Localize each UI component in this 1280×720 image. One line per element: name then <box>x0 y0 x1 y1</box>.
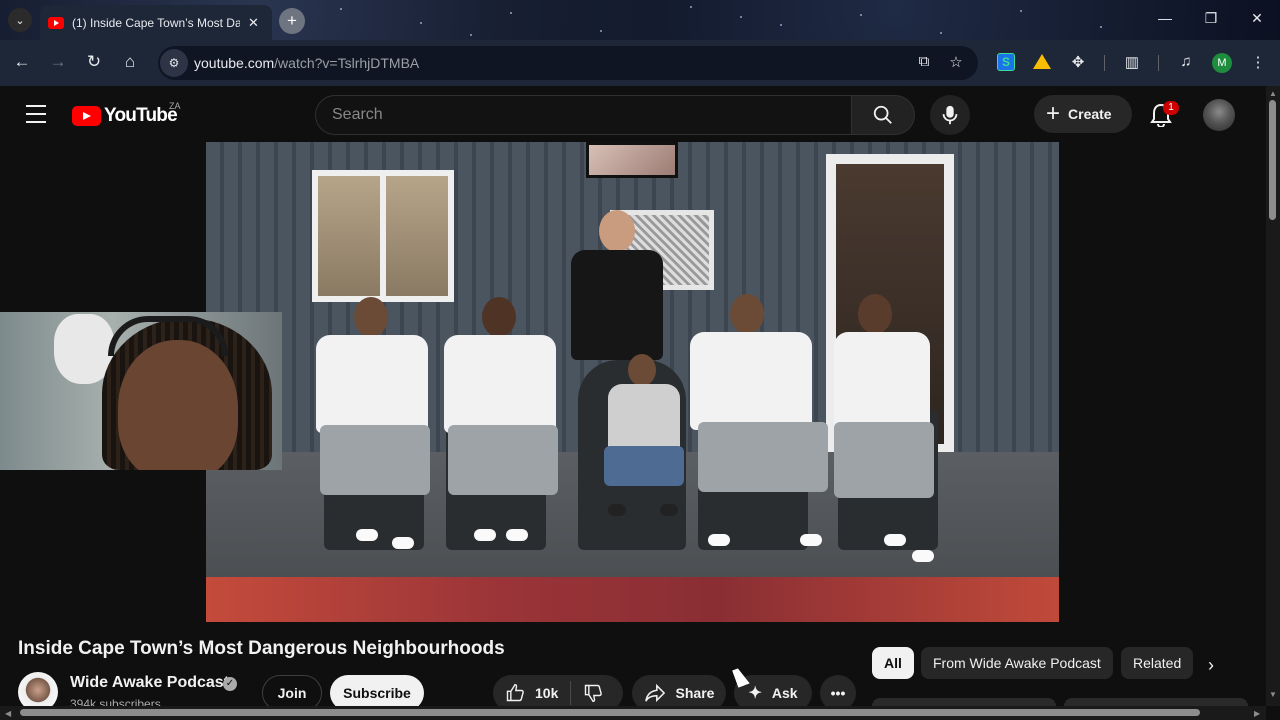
media-control-icon[interactable]: ♫ <box>1175 53 1197 70</box>
chevron-right-icon[interactable]: › <box>1208 655 1214 676</box>
tab-title: (1) Inside Cape Town’s Most Dangerous Ne… <box>72 15 240 30</box>
browser-menu-icon[interactable]: ⋮ <box>1247 53 1269 71</box>
chip-all[interactable]: All <box>872 647 914 679</box>
toolbar-separator <box>1158 55 1159 71</box>
restore-icon[interactable]: ❐ <box>1201 10 1221 27</box>
channel-name[interactable]: Wide Awake Podcast <box>70 674 229 692</box>
extensions-puzzle-icon[interactable]: ✥ <box>1067 53 1089 71</box>
create-button[interactable]: + Create <box>1034 95 1132 133</box>
create-label: Create <box>1068 106 1112 122</box>
side-panel-icon[interactable]: ▥ <box>1121 53 1143 71</box>
video-frame-window <box>312 170 454 302</box>
webcam-headphone <box>108 316 228 356</box>
chip-related[interactable]: Related <box>1121 647 1194 679</box>
new-tab-button[interactable]: + <box>279 8 305 34</box>
notification-badge: 1 <box>1163 101 1179 115</box>
more-dots-icon: ••• <box>830 685 846 701</box>
browser-tab-strip: ⌄ (1) Inside Cape Town’s Most Dangerous … <box>0 0 1280 40</box>
profile-avatar[interactable]: M <box>1212 53 1232 73</box>
webcam-face <box>118 340 238 470</box>
address-bar[interactable]: ⚙ youtube.com /watch?v=TslrhjDTMBA <box>158 46 978 80</box>
forward-icon[interactable]: → <box>47 52 69 72</box>
browser-tab-active[interactable]: (1) Inside Cape Town’s Most Dangerous Ne… <box>40 5 272 40</box>
sparkle-icon: ✦ <box>748 685 762 702</box>
search-button[interactable] <box>851 95 915 135</box>
scroll-up-arrow-icon[interactable]: ▲ <box>1269 89 1277 98</box>
ask-label: Ask <box>771 685 798 701</box>
window-close-icon[interactable]: ✕ <box>1247 10 1267 27</box>
horizontal-scrollbar-thumb[interactable] <box>20 709 1200 716</box>
search-box[interactable] <box>315 95 852 135</box>
youtube-play-icon <box>72 106 101 126</box>
like-count[interactable]: 10k <box>535 685 558 701</box>
youtube-wordmark: YouTube <box>104 105 178 126</box>
chip-from-channel[interactable]: From Wide Awake Podcast <box>921 647 1113 679</box>
minimize-icon[interactable]: — <box>1155 10 1175 26</box>
video-frame-carpet <box>206 577 1059 622</box>
youtube-header: YouTube ZA + Create 1 <box>0 86 1266 142</box>
youtube-logo[interactable]: YouTube <box>72 105 178 127</box>
search-icon <box>873 105 892 124</box>
country-code: ZA <box>169 101 181 111</box>
webcam-overlay <box>0 312 282 470</box>
tab-search-icon[interactable]: ⌄ <box>8 8 32 32</box>
search-input[interactable] <box>332 106 851 124</box>
reload-icon[interactable]: ↻ <box>83 52 105 72</box>
bookmark-star-icon[interactable]: ☆ <box>945 53 967 71</box>
back-icon[interactable]: ← <box>11 52 33 72</box>
scroll-left-arrow-icon[interactable]: ◀ <box>5 709 11 718</box>
thumbs-up-icon[interactable] <box>505 683 525 703</box>
menu-icon[interactable] <box>26 105 46 123</box>
verified-check-icon: ✓ <box>223 677 237 691</box>
scroll-down-arrow-icon[interactable]: ▼ <box>1269 690 1277 699</box>
home-icon[interactable]: ⌂ <box>119 52 141 72</box>
voice-search-button[interactable] <box>930 95 970 135</box>
google-drive-extension-icon[interactable] <box>1033 54 1051 69</box>
url-host: youtube.com <box>194 55 275 71</box>
thumbs-down-icon[interactable] <box>583 683 603 703</box>
share-label: Share <box>675 685 715 701</box>
youtube-favicon-icon <box>48 16 64 29</box>
site-info-icon[interactable]: ⚙ <box>160 49 188 77</box>
share-icon <box>644 683 665 703</box>
video-title: Inside Cape Town’s Most Dangerous Neighb… <box>18 638 505 659</box>
extension-s-icon[interactable]: S <box>997 53 1015 71</box>
tab-close-icon[interactable]: ✕ <box>248 15 259 31</box>
vertical-scrollbar-thumb[interactable] <box>1269 100 1276 220</box>
video-frame-tv <box>586 142 678 178</box>
account-avatar[interactable] <box>1203 99 1235 131</box>
scroll-right-arrow-icon[interactable]: ▶ <box>1254 709 1260 718</box>
browser-toolbar: ← → ↻ ⌂ ⚙ youtube.com /watch?v=TslrhjDTM… <box>0 40 1280 86</box>
plus-icon: + <box>1046 100 1061 127</box>
like-divider <box>570 681 572 705</box>
url-path: /watch?v=TslrhjDTMBA <box>274 55 420 71</box>
install-app-icon[interactable]: ⧉ <box>913 53 935 70</box>
video-player[interactable] <box>206 142 1059 622</box>
toolbar-separator <box>1104 55 1105 71</box>
microphone-icon <box>942 105 958 125</box>
